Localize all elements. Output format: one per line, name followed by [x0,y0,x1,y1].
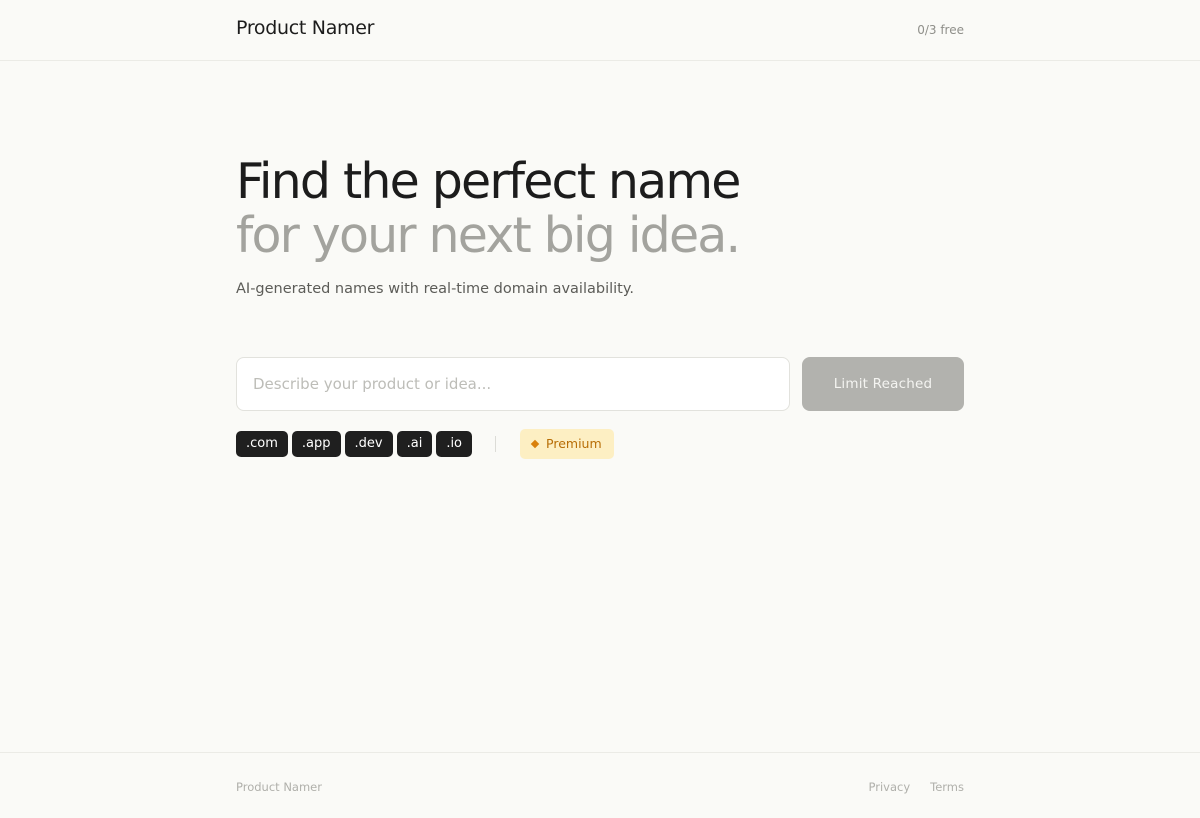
diamond-icon [530,439,540,449]
hero-title: Find the perfect name for your next big … [236,153,741,264]
tld-chip-io[interactable]: .io [436,431,473,457]
brand-logo[interactable]: Product Namer [236,17,374,39]
hero-title-line2: for your next big idea. [236,207,741,264]
tld-chip-dev[interactable]: .dev [344,431,393,457]
tld-chip-app[interactable]: .app [291,431,341,457]
divider [495,436,497,452]
footer: Product Namer Privacy Terms [0,752,1200,818]
terms-link[interactable]: Terms [930,780,964,794]
hero-subtitle: AI-generated names with real-time domain… [236,281,634,297]
premium-label: Premium [546,436,602,451]
page: Product Namer 0/3 free Find the perfect … [0,0,1200,818]
footer-brand: Product Namer [236,780,322,794]
tld-chip-ai[interactable]: .ai [396,431,433,457]
product-description-input[interactable] [236,357,790,411]
tld-selector: .com .app .dev .ai .io Premium [236,429,614,459]
privacy-link[interactable]: Privacy [868,780,910,794]
premium-button[interactable]: Premium [520,429,614,459]
tld-chip-com[interactable]: .com [236,431,288,457]
usage-quota: 0/3 free [917,23,964,37]
limit-reached-button[interactable]: Limit Reached [802,357,964,411]
footer-links: Privacy Terms [868,780,964,794]
top-bar: Product Namer 0/3 free [0,0,1200,61]
hero-title-line1: Find the perfect name [236,153,741,210]
